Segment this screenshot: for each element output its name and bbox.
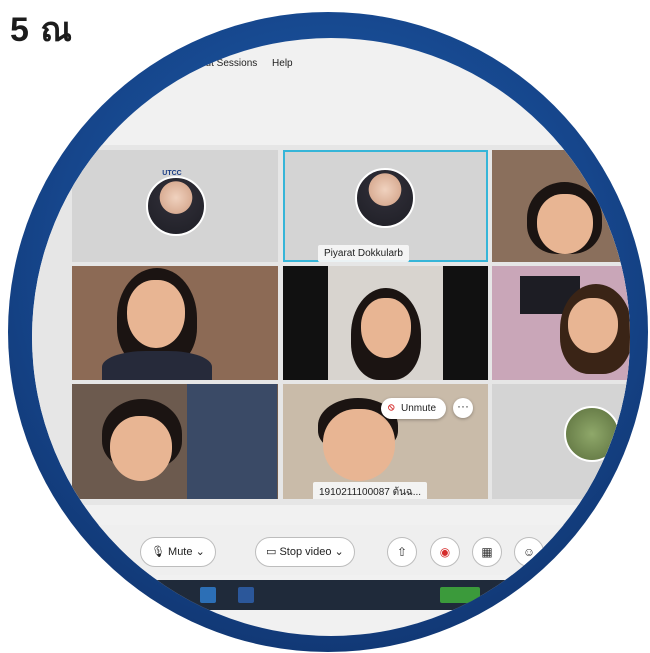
participant-tile-video[interactable] (492, 266, 630, 380)
person-face (323, 409, 395, 481)
participant-tile-selected[interactable]: Piyarat Dokkularb (283, 150, 488, 262)
participant-tile-video[interactable] (283, 266, 488, 380)
menu-item-help[interactable]: Help (272, 58, 293, 69)
app-icon[interactable] (200, 587, 216, 603)
person-face (110, 416, 172, 481)
stop-video-label: Stop video (279, 546, 332, 558)
meeting-app-window: out Sessions Help UTCC Piyarat Dokkularb (32, 38, 630, 636)
chevron-down-icon: ⌄ (195, 546, 205, 558)
person-shirt (102, 351, 212, 380)
circular-frame: out Sessions Help UTCC Piyarat Dokkularb (8, 12, 648, 652)
menu-item-sessions[interactable]: out Sessions (200, 58, 257, 69)
camera-icon: ▭ (266, 546, 277, 558)
record-button[interactable]: ◉ (430, 537, 460, 567)
share-icon: ⇧ (396, 545, 408, 559)
unmute-button[interactable]: ⦸ Unmute (381, 398, 447, 419)
menu-bar: out Sessions Help (200, 58, 305, 69)
meeting-controls-bar: 🎙 Mute ⌄ ▭ Stop video ⌄ ⇧ ◉ ▦ ☺ (32, 525, 630, 575)
participant-tile-video[interactable]: ⦸ Unmute ··· 1910211100087 ต้นฉ... (283, 384, 488, 499)
background-wall (187, 384, 277, 499)
reactions-button[interactable]: ☺ (514, 537, 544, 567)
person-face (127, 280, 185, 348)
avatar (146, 176, 206, 236)
stop-video-button[interactable]: ▭ Stop video ⌄ (255, 537, 355, 567)
taskbar (32, 580, 630, 610)
apps-button[interactable]: ▦ (472, 537, 502, 567)
person-face (568, 298, 618, 353)
share-button[interactable]: ⇧ (387, 537, 417, 567)
avatar (355, 168, 415, 228)
mute-button[interactable]: 🎙 Mute ⌄ (140, 537, 216, 567)
more-options-button[interactable]: ··· (453, 398, 473, 418)
participant-tile-video[interactable] (492, 150, 630, 262)
microphone-icon: 🎙 (151, 546, 165, 558)
mic-off-icon: ⦸ (388, 402, 395, 413)
participant-name: 1910211100087 ต้นฉ... (313, 482, 428, 499)
unmute-label: Unmute (401, 403, 437, 414)
screenshot-viewport: out Sessions Help UTCC Piyarat Dokkularb (32, 38, 630, 636)
avatar (564, 406, 620, 462)
apps-icon: ▦ (481, 545, 493, 559)
participant-tile-logo[interactable] (492, 384, 630, 499)
person-face (537, 194, 593, 254)
app-icon[interactable] (440, 587, 480, 603)
smiley-icon: ☺ (522, 545, 536, 559)
participant-tile-logo[interactable]: UTCC (72, 150, 278, 262)
participant-name: Piyarat Dokkularb (318, 245, 409, 262)
person-face (361, 298, 411, 358)
participant-tile-video[interactable] (72, 384, 278, 499)
word-icon[interactable] (238, 587, 254, 603)
mute-label: Mute (168, 546, 193, 558)
chevron-down-icon: ⌄ (334, 546, 344, 558)
record-icon: ◉ (439, 545, 451, 559)
participant-tile-video[interactable] (72, 266, 278, 380)
